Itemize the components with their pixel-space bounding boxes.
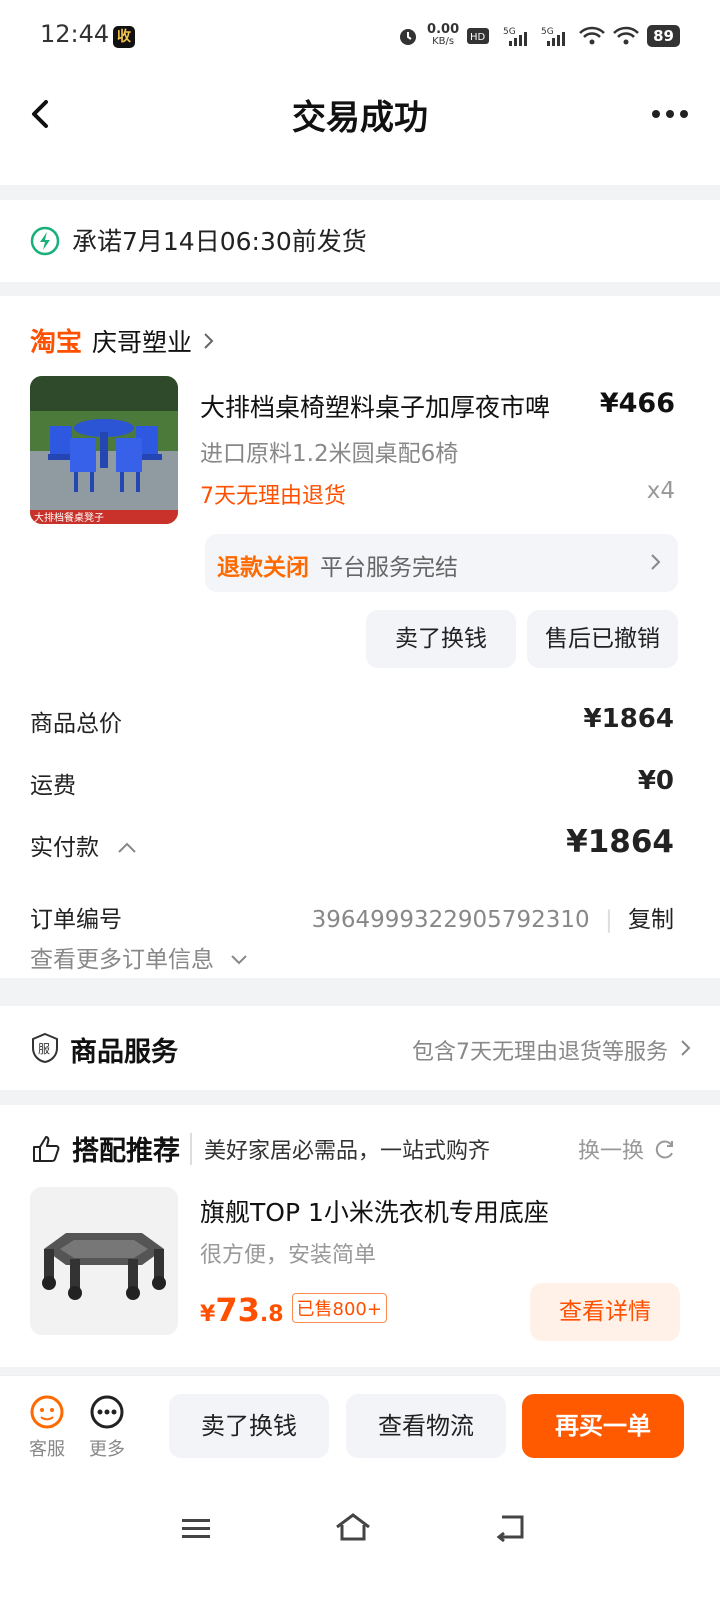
navigation-bar: 交易成功 xyxy=(0,70,720,185)
more-circle-icon xyxy=(90,1395,124,1429)
product-spec: 进口原料1.2米圆桌配6椅 xyxy=(200,441,459,467)
service-desc: 包含7天无理由退货等服务 xyxy=(412,1040,668,1065)
product-price: ¥466 xyxy=(599,388,675,419)
recommend-price: ¥ 73 .8 已售800+ xyxy=(200,1291,387,1329)
shop-header[interactable]: 淘宝 庆哥塑业 xyxy=(30,322,216,359)
recommend-subtitle: 美好家居必需品，一站式购齐 xyxy=(190,1132,490,1165)
shipping-row: 运费 ¥0 xyxy=(30,766,674,800)
recommend-title: 搭配推荐 xyxy=(72,1136,180,1167)
chevron-up-icon xyxy=(118,842,137,853)
customer-service-label: 客服 xyxy=(29,1439,65,1460)
paid-value: ¥1864 xyxy=(566,824,674,860)
svg-text:HD: HD xyxy=(470,32,486,43)
bottom-action-bar: 客服 更多 卖了换钱 查看物流 再买一单 xyxy=(0,1375,720,1487)
price-symbol: ¥ xyxy=(200,1302,216,1327)
product-name[interactable]: 大排档桌椅塑料桌子加厚夜市啤 xyxy=(200,388,550,424)
service-title: 商品服务 xyxy=(70,1037,178,1068)
swap-label: 换一换 xyxy=(577,1139,644,1164)
thumbs-up-icon xyxy=(33,1135,60,1162)
price-decimal: .8 xyxy=(259,1302,284,1327)
battery-indicator: 89 xyxy=(647,25,680,47)
chevron-down-icon xyxy=(231,955,248,965)
washer-base-image xyxy=(30,1187,178,1335)
chevron-right-icon xyxy=(204,332,214,349)
paid-row[interactable]: 实付款 ¥1864 xyxy=(30,824,674,862)
return-policy: 7天无理由退货 xyxy=(200,484,346,509)
order-number-row: 订单编号 3964999322905792310 | 复制 xyxy=(30,900,674,934)
view-logistics-button[interactable]: 查看物流 xyxy=(346,1394,506,1458)
shipping-label: 运费 xyxy=(30,773,76,799)
product-service-row[interactable]: 服 商品服务 包含7天无理由退货等服务 xyxy=(0,1006,720,1090)
hd-icon: HD xyxy=(467,28,490,44)
back-nav-icon[interactable] xyxy=(494,1513,528,1543)
product-quantity: x4 xyxy=(646,478,675,504)
service-shield-icon: 服 xyxy=(32,1032,58,1064)
menu-icon[interactable] xyxy=(180,1515,212,1543)
sell-for-cash-button[interactable]: 卖了换钱 xyxy=(169,1394,329,1458)
status-time: 12:44 xyxy=(40,20,110,48)
service-icon-text: 服 xyxy=(38,1042,50,1056)
status-bar: 12:44 收 0.00 KB/s HD 5G 5G 89 xyxy=(0,0,720,70)
wifi-icon-2 xyxy=(613,26,640,45)
net-speed: 0.00 KB/s xyxy=(427,22,460,48)
lightning-icon xyxy=(30,226,60,256)
order-card: 淘宝 庆哥塑业 大排档餐桌凳子 大排档桌椅塑料桌子加厚夜市啤 ¥466 进口原料… xyxy=(0,296,720,978)
view-detail-button[interactable]: 查看详情 xyxy=(530,1283,680,1341)
recommend-header: 搭配推荐 美好家居必需品，一站式购齐 xyxy=(30,1129,490,1168)
delivery-promise: 承诺7月14日06:30前发货 xyxy=(0,200,720,282)
more-button[interactable]: 更多 xyxy=(82,1394,132,1461)
svg-text:5G: 5G xyxy=(541,27,554,37)
total-price-row: 商品总价 ¥1864 xyxy=(30,704,674,738)
more-info-label: 查看更多订单信息 xyxy=(30,947,214,973)
product-image: 大排档餐桌凳子 xyxy=(30,376,178,524)
refund-desc: 平台服务完结 xyxy=(320,555,458,581)
page-title: 交易成功 xyxy=(292,98,428,138)
recommend-product-name[interactable]: 旗舰TOP 1小米洗衣机专用底座 xyxy=(200,1193,549,1229)
paid-label: 实付款 xyxy=(30,835,99,861)
rebuy-button[interactable]: 再买一单 xyxy=(522,1394,684,1458)
home-icon[interactable] xyxy=(334,1511,372,1543)
chevron-right-icon xyxy=(651,554,661,570)
chevron-right-icon xyxy=(681,1040,691,1056)
alarm-icon xyxy=(400,29,417,45)
refund-status-bar[interactable]: 退款关闭 平台服务完结 xyxy=(205,534,678,592)
signal-5g-icon-2: 5G xyxy=(541,27,566,46)
signal-5g-icon: 5G xyxy=(503,27,528,46)
customer-service-icon xyxy=(30,1395,64,1429)
order-no-group: 3964999322905792310 | 复制 xyxy=(312,900,674,934)
promise-text: 承诺7月14日06:30前发货 xyxy=(72,227,367,256)
system-navigation-bar xyxy=(0,1487,720,1600)
wifi-icon xyxy=(579,26,606,45)
taobao-logo: 淘宝 xyxy=(30,328,83,358)
copy-button[interactable]: 复制 xyxy=(628,907,674,933)
price-integer: 73 xyxy=(215,1291,260,1329)
recommendation-card: 搭配推荐 美好家居必需品，一站式购齐 换一换 旗舰TOP 1小米洗衣机专用底座 … xyxy=(0,1105,720,1367)
sell-button[interactable]: 卖了换钱 xyxy=(366,610,516,668)
total-value: ¥1864 xyxy=(583,704,674,734)
shop-name: 庆哥塑业 xyxy=(92,327,193,357)
svg-text:5G: 5G xyxy=(503,27,516,37)
divider: | xyxy=(604,907,613,933)
more-options-icon[interactable] xyxy=(652,100,696,128)
recommend-product-desc: 很方便，安装简单 xyxy=(200,1243,377,1268)
recommend-thumbnail[interactable] xyxy=(30,1187,178,1335)
product-thumbnail[interactable]: 大排档餐桌凳子 xyxy=(30,376,178,524)
status-icons: 0.00 KB/s HD 5G 5G 89 xyxy=(397,22,680,48)
total-label: 商品总价 xyxy=(30,711,122,737)
net-speed-unit: KB/s xyxy=(432,36,455,47)
more-order-info[interactable]: 查看更多订单信息 xyxy=(30,940,674,974)
after-sale-button[interactable]: 售后已撤销 xyxy=(527,610,678,668)
customer-service-button[interactable]: 客服 xyxy=(22,1394,72,1461)
refund-status: 退款关闭 xyxy=(217,555,309,581)
app-notification-icon: 收 xyxy=(113,26,135,48)
sold-badge: 已售800+ xyxy=(291,1293,387,1323)
order-label: 订单编号 xyxy=(30,907,122,933)
more-label: 更多 xyxy=(89,1439,125,1460)
net-speed-value: 0.00 xyxy=(427,22,460,37)
refresh-icon xyxy=(655,1140,673,1159)
thumb-caption: 大排档餐桌凳子 xyxy=(34,511,104,524)
order-number: 3964999322905792310 xyxy=(311,907,590,933)
swap-button[interactable]: 换一换 xyxy=(578,1133,676,1165)
shipping-value: ¥0 xyxy=(637,766,674,796)
